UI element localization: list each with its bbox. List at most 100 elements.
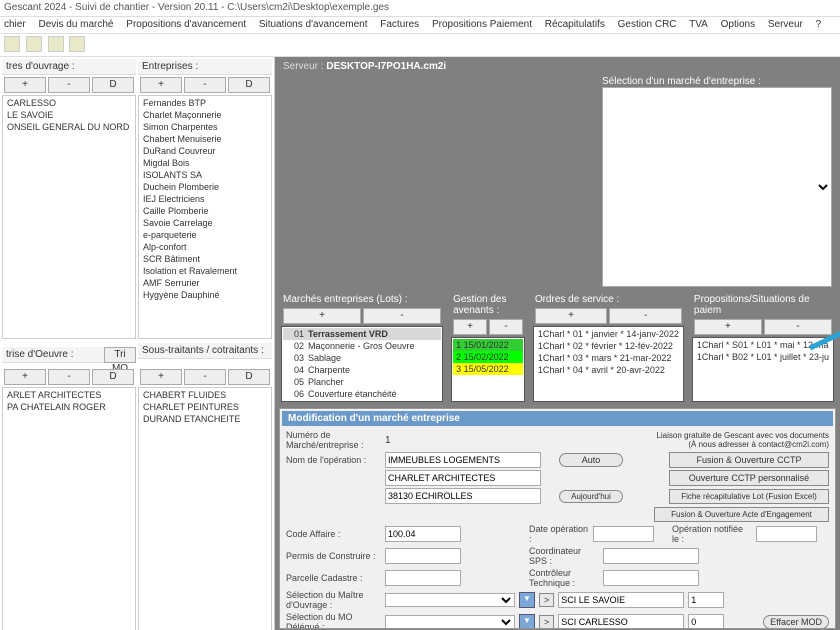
list-item[interactable]: PA CHATELAIN ROGER [4,401,134,413]
list-item[interactable]: AMF Serrurier [140,277,270,289]
list-item[interactable]: Duchein Plomberie [140,181,270,193]
list-item[interactable]: Simon Charpentes [140,121,270,133]
menu-sit-av[interactable]: Situations d'avancement [259,19,368,30]
list-item[interactable]: e-parqueterie [140,229,270,241]
moe-list[interactable]: ARLET ARCHITECTES PA CHATELAIN ROGER [2,387,136,630]
lots-list[interactable]: 01Terrassement VRD 02Maçonnerie - Gros O… [281,326,443,402]
ville-input[interactable] [385,488,541,504]
ent-remove[interactable]: - [184,77,226,93]
assign-button[interactable]: > [539,593,554,607]
lot-row[interactable]: 02Maçonnerie - Gros Oeuvre [283,340,441,352]
ent-list[interactable]: Fernandes BTP Charlet Maçonnerie Simon C… [138,95,272,339]
list-item[interactable]: Chabert Menuiserie [140,133,270,145]
code-input[interactable] [385,526,461,542]
op-not-input[interactable] [756,526,817,542]
list-item[interactable]: Alp-confort [140,241,270,253]
os-row[interactable]: 1Charl * 01 * janvier * 14-janv-2022 [535,328,682,340]
tri-mo-button[interactable]: Tri MO [104,347,136,363]
mo-list[interactable]: CARLESSO LE SAVOIE ONSEIL GENERAL DU NOR… [2,95,136,339]
sel-mo-dropdown[interactable] [385,593,515,607]
lots-remove[interactable]: - [363,308,441,324]
dropdown-icon[interactable]: ▼ [519,592,535,608]
menu-crc[interactable]: Gestion CRC [618,19,677,30]
avenant-row[interactable]: 3 15/05/2022 [453,363,523,375]
lots-add[interactable]: + [283,308,361,324]
st-remove[interactable]: - [184,369,226,385]
coord-input[interactable] [603,548,699,564]
st-list[interactable]: CHABERT FLUIDES CHARLET PEINTURES DURAND… [138,387,272,630]
list-item[interactable]: ONSEIL GENERAL DU NORD [4,121,134,133]
moe-d[interactable]: D [92,369,134,385]
os-row[interactable]: 1Charl * 02 * février * 12-fév-2022 [535,340,682,352]
list-item[interactable]: ARLET ARCHITECTES [4,389,134,401]
avenant-row[interactable]: 1 15/01/2022 [453,339,523,351]
av-remove[interactable]: - [489,319,523,335]
nom-op-input[interactable] [385,452,541,468]
mod-n[interactable] [688,614,724,629]
lot-row[interactable]: 04Charpente [283,364,441,376]
sel-mod-dropdown[interactable] [385,615,515,629]
avenant-row[interactable]: 2 15/02/2022 [453,351,523,363]
av-list[interactable]: 1 15/01/2022 2 15/02/2022 3 15/05/2022 [451,337,525,402]
date-op-input[interactable] [593,526,654,542]
menu-fichier[interactable]: chier [4,19,26,30]
list-item[interactable]: Migdal Bois [140,157,270,169]
toolbar-icon[interactable] [4,36,20,52]
acte-eng-button[interactable]: Fusion & Ouverture Acte d'Engagement [654,507,829,522]
today-button[interactable]: Aujourd'hui [559,490,623,503]
list-item[interactable]: CHABERT FLUIDES [140,389,270,401]
menu-serveur[interactable]: Serveur [768,19,803,30]
list-item[interactable]: DuRand Couvreur [140,145,270,157]
lot-row[interactable]: 06Couverture étanchéité [283,388,441,400]
list-item[interactable]: ISOLANTS SA [140,169,270,181]
ps-row[interactable]: 1Charl * B02 * L01 * juillet * 23-ju [694,351,832,363]
av-add[interactable]: + [453,319,487,335]
list-item[interactable]: Savoie Carrelage [140,217,270,229]
menu-prop-av[interactable]: Propositions d'avancement [126,19,246,30]
menu-prop-pay[interactable]: Propositions Paiement [432,19,532,30]
ent-d[interactable]: D [228,77,270,93]
parcelle-input[interactable] [385,570,461,586]
list-item[interactable]: SCR Bâtiment [140,253,270,265]
os-add[interactable]: + [535,308,608,324]
dropdown-icon[interactable]: ▼ [519,614,535,629]
mo-remove[interactable]: - [48,77,90,93]
list-item[interactable]: Charlet Maçonnerie [140,109,270,121]
list-item[interactable]: Caille Plomberie [140,205,270,217]
mo-value[interactable] [558,592,684,608]
auto-button[interactable]: Auto [559,453,623,467]
ps-row[interactable]: 1Charl * S01 * L01 * mai * 12-ma [694,339,832,351]
mo-add[interactable]: + [4,77,46,93]
assign-button[interactable]: > [539,615,554,629]
fiche-recap-button[interactable]: Fiche récapitulative Lot (Fusion Excel) [669,489,829,504]
menu-options[interactable]: Options [721,19,755,30]
arch-input[interactable] [385,470,541,486]
moe-add[interactable]: + [4,369,46,385]
list-item[interactable]: CARLESSO [4,97,134,109]
os-row[interactable]: 1Charl * 04 * avril * 20-avr-2022 [535,364,682,376]
ps-remove[interactable]: - [764,319,832,335]
list-item[interactable]: Hygyène Dauphiné [140,289,270,301]
menu-recap[interactable]: Récapitulatifs [545,19,605,30]
list-item[interactable]: Fernandes BTP [140,97,270,109]
toolbar-icon[interactable] [48,36,64,52]
sel-marche-dropdown[interactable] [602,87,832,287]
ent-add[interactable]: + [140,77,182,93]
ps-add[interactable]: + [694,319,762,335]
lot-row[interactable]: 01Terrassement VRD [283,328,441,340]
toolbar-icon[interactable] [26,36,42,52]
st-d[interactable]: D [228,369,270,385]
lot-row[interactable]: 03Sablage [283,352,441,364]
fusion-cctp-button[interactable]: Fusion & Ouverture CCTP [669,452,829,468]
menu-help[interactable]: ? [816,19,822,30]
ouv-cctp-button[interactable]: Ouverture CCTP personnalisé [669,470,829,486]
os-row[interactable]: 1Charl * 03 * mars * 21-mar-2022 [535,352,682,364]
contr-input[interactable] [603,570,699,586]
list-item[interactable]: CHARLET PEINTURES [140,401,270,413]
permis-input[interactable] [385,548,461,564]
mod-value[interactable] [558,614,684,629]
toolbar-icon[interactable] [69,36,85,52]
mo-n[interactable] [688,592,724,608]
list-item[interactable]: Isolation et Ravalement [140,265,270,277]
eff-mod-button[interactable]: Effacer MOD [763,615,829,629]
